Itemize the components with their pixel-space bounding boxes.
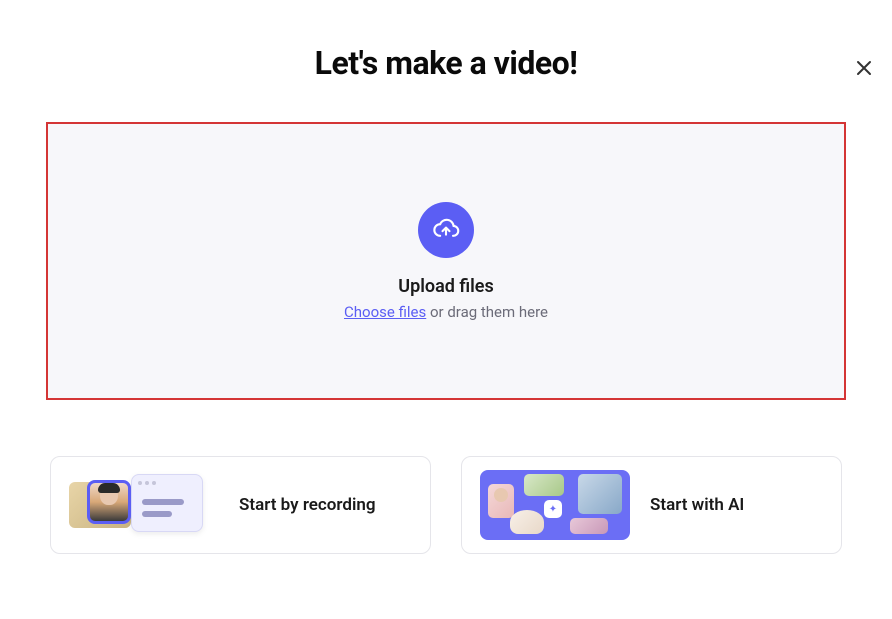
ai-option-card[interactable]: ✦ Start with AI xyxy=(461,456,842,554)
record-option-label: Start by recording xyxy=(239,495,376,515)
close-button[interactable] xyxy=(852,56,876,80)
options-row: Start by recording ✦ Start with AI xyxy=(50,456,842,554)
sparkle-icon: ✦ xyxy=(544,500,562,518)
record-option-card[interactable]: Start by recording xyxy=(50,456,431,554)
page-title: Let's make a video! xyxy=(0,44,892,82)
record-thumbnail xyxy=(69,470,219,540)
cloud-upload-icon xyxy=(432,216,460,244)
ai-option-label: Start with AI xyxy=(650,495,744,515)
upload-dropzone[interactable]: Upload files Choose files or drag them h… xyxy=(46,122,846,400)
ai-thumbnail: ✦ xyxy=(480,470,630,540)
upload-heading: Upload files xyxy=(398,276,493,297)
upload-subtext: Choose files or drag them here xyxy=(344,303,548,321)
close-icon xyxy=(856,60,872,76)
drag-suffix: or drag them here xyxy=(426,303,548,321)
upload-icon-circle xyxy=(418,202,474,258)
avatar-icon xyxy=(87,480,131,524)
choose-files-link[interactable]: Choose files xyxy=(344,303,426,321)
